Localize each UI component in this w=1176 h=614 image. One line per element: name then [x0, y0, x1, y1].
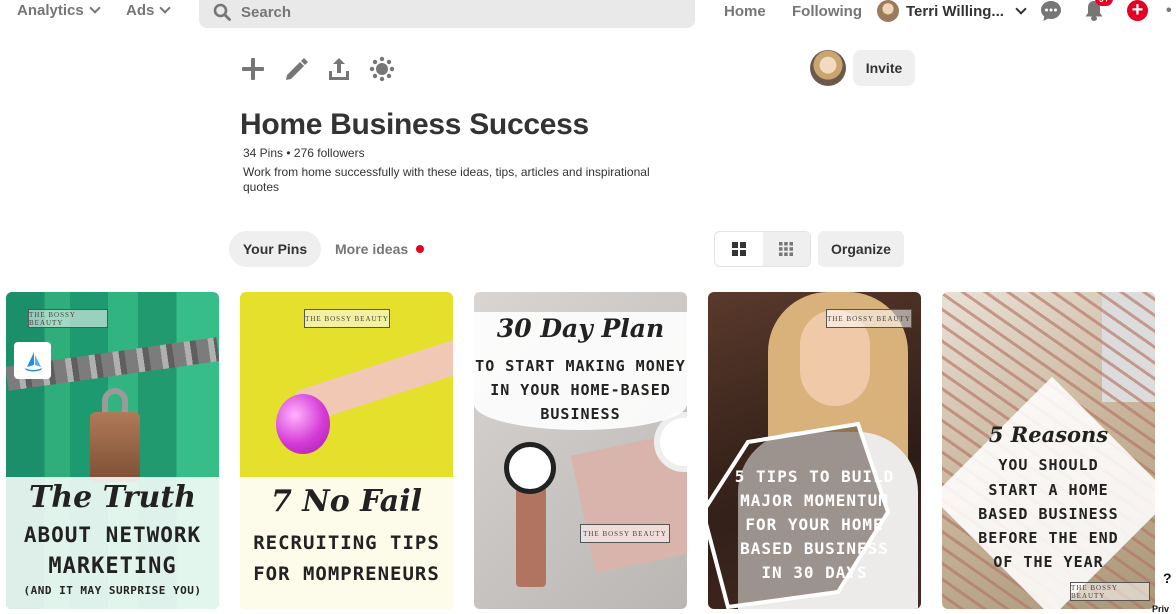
large-grid-icon — [731, 242, 746, 256]
avatar — [877, 0, 899, 22]
pin-image-apple — [276, 394, 330, 454]
following-link[interactable]: Following — [792, 3, 862, 20]
analytics-label: Analytics — [17, 2, 84, 19]
pin-title-line: BEFORE THE END — [978, 529, 1119, 547]
tab-more-ideas[interactable]: More ideas — [335, 241, 425, 257]
analytics-menu[interactable]: Analytics — [17, 2, 101, 19]
brand-logo: THE BOSSY BEAUTY — [826, 309, 912, 328]
pin-image-watch — [504, 442, 556, 494]
pin-title-line: IN 30 DAYS — [761, 563, 868, 582]
pin-title-line: YOU SHOULD — [998, 456, 1099, 474]
pin-title-line: IN YOUR HOME-BASED — [490, 381, 671, 399]
search-placeholder: Search — [241, 4, 292, 21]
pin-title-script: The Truth — [28, 480, 197, 515]
pin-card[interactable]: 30 Day Plan TO START MAKING MONEY IN YOU… — [474, 292, 687, 609]
pin-title-line: 5 TIPS TO BUILD — [734, 467, 895, 486]
privacy-link[interactable]: Priv — [1152, 604, 1169, 614]
top-bar: Analytics Ads Search Home Following Terr… — [0, 0, 1176, 30]
pin-image-watch-strap — [516, 487, 546, 587]
pin-title-script: 5 Reasons — [988, 422, 1109, 447]
pin-subtitle: (AND IT MAY SURPRISE YOU) — [23, 584, 202, 597]
share-upload-icon[interactable] — [326, 56, 352, 82]
brand-logo: THE BOSSY BEAUTY — [28, 309, 108, 328]
compact-grid-icon — [779, 242, 794, 256]
collaborator-avatar[interactable] — [810, 50, 846, 86]
new-indicator-dot — [416, 245, 425, 253]
messages-icon[interactable] — [1040, 0, 1062, 22]
invite-button[interactable]: Invite — [853, 50, 915, 86]
pin-title-line: MARKETING — [48, 554, 177, 579]
large-grid-view-button[interactable] — [715, 232, 763, 266]
pin-title-line: OF THE YEAR — [993, 553, 1104, 571]
more-options-icon[interactable]: • — [1166, 2, 1172, 20]
pin-image-padlock — [90, 412, 140, 482]
browser-extension-icon[interactable] — [14, 342, 51, 379]
tab-your-pins[interactable]: Your Pins — [229, 231, 321, 267]
view-toggle — [714, 231, 811, 267]
pin-title-line: ABOUT NETWORK — [23, 523, 202, 547]
pin-title-line: BUSINESS — [540, 405, 621, 423]
create-plus-icon[interactable]: + — [1127, 0, 1148, 21]
user-name: Terri Willing... — [906, 2, 1004, 20]
board-title: Home Business Success — [240, 108, 589, 141]
pin-title-line: FOR YOUR HOME — [745, 515, 884, 534]
tab-more-ideas-label: More ideas — [335, 241, 409, 257]
pin-card[interactable]: THE BOSSY BEAUTY 5 TIPS TO BUILD MAJOR M… — [708, 292, 921, 609]
extension-sail-icon — [24, 351, 42, 371]
user-menu[interactable]: Terri Willing... — [877, 0, 1027, 22]
chevron-down-icon — [159, 2, 172, 14]
pin-title-line: FOR MOMPRENEURS — [253, 563, 440, 585]
pin-title-line: TO START MAKING MONEY — [475, 357, 686, 375]
search-icon — [213, 3, 231, 21]
ads-label: Ads — [126, 2, 155, 19]
pin-title-line: MAJOR MOMENTUM — [740, 491, 889, 510]
pin-title-script: 7 No Fail — [270, 484, 423, 519]
pin-card[interactable]: 5 Reasons YOU SHOULD START A HOME BASED … — [942, 292, 1155, 609]
pin-title-line: BASED BUSINESS — [740, 539, 889, 558]
compact-grid-view-button[interactable] — [762, 232, 810, 266]
search-input[interactable]: Search — [199, 0, 695, 28]
notifications-badge: 9+ — [1095, 0, 1113, 6]
board-stats: 34 Pins • 276 followers — [243, 146, 365, 160]
board-description: Work from home successfully with these i… — [243, 165, 650, 194]
pin-title-line: BASED BUSINESS — [978, 505, 1119, 523]
help-button[interactable]: ? — [1163, 570, 1172, 586]
home-link[interactable]: Home — [724, 3, 766, 20]
brand-logo: THE BOSSY BEAUTY — [304, 309, 390, 328]
brand-logo: THE BOSSY BEAUTY — [580, 524, 670, 543]
add-pin-icon[interactable] — [240, 56, 266, 82]
pin-card[interactable]: THE BOSSY BEAUTY 7 No Fail RECRUITING TI… — [240, 292, 453, 609]
pin-title-line: RECRUITING TIPS — [253, 532, 440, 554]
brand-logo: THE BOSSY BEAUTY — [1070, 582, 1150, 601]
edit-pencil-icon[interactable] — [283, 56, 309, 82]
more-ideas-sparkle-icon[interactable] — [369, 56, 395, 82]
ads-menu[interactable]: Ads — [126, 2, 172, 19]
organize-button[interactable]: Organize — [818, 231, 904, 267]
chevron-down-icon — [1015, 2, 1027, 15]
pin-title-line: START A HOME — [988, 481, 1109, 499]
pin-title-script: 30 Day Plan — [496, 314, 665, 343]
chevron-down-icon — [89, 2, 101, 14]
pin-card[interactable]: THE BOSSY BEAUTY The Truth ABOUT NETWORK… — [6, 292, 219, 609]
